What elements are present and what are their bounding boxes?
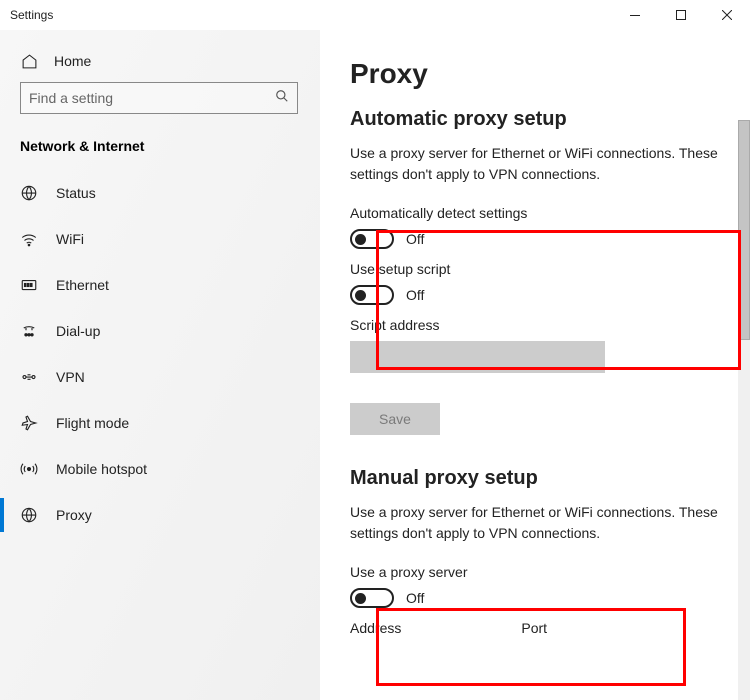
script-address-input[interactable] (350, 341, 605, 373)
content-area: Proxy Automatic proxy setup Use a proxy … (320, 30, 750, 700)
sidebar-item-hotspot[interactable]: Mobile hotspot (0, 446, 320, 492)
sidebar-item-label: Ethernet (56, 277, 109, 293)
setup-script-label: Use setup script (350, 261, 750, 277)
save-button[interactable]: Save (350, 403, 440, 435)
category-label: Network & Internet (0, 132, 320, 170)
search-box[interactable] (20, 82, 298, 114)
ethernet-icon (20, 276, 38, 294)
dialup-icon (20, 322, 38, 340)
sidebar-item-label: Mobile hotspot (56, 461, 147, 477)
sidebar-item-label: Dial-up (56, 323, 100, 339)
setup-script-toggle[interactable] (350, 285, 394, 305)
auto-section-desc: Use a proxy server for Ethernet or WiFi … (350, 143, 720, 185)
home-icon (20, 52, 38, 70)
sidebar-item-label: Flight mode (56, 415, 129, 431)
address-label: Address (350, 620, 401, 636)
page-title: Proxy (350, 58, 750, 90)
sidebar-item-label: VPN (56, 369, 85, 385)
home-label: Home (54, 53, 91, 69)
window-controls (612, 0, 750, 30)
sidebar-item-vpn[interactable]: VPN (0, 354, 320, 400)
use-proxy-state: Off (406, 590, 424, 606)
wifi-icon (20, 230, 38, 248)
status-icon (20, 184, 38, 202)
sidebar-item-dialup[interactable]: Dial-up (0, 308, 320, 354)
use-proxy-label: Use a proxy server (350, 564, 750, 580)
sidebar-item-status[interactable]: Status (0, 170, 320, 216)
sidebar-item-wifi[interactable]: WiFi (0, 216, 320, 262)
auto-detect-toggle[interactable] (350, 229, 394, 249)
search-icon (275, 89, 289, 108)
sidebar-item-label: Proxy (56, 507, 92, 523)
port-label: Port (521, 620, 547, 636)
minimize-button[interactable] (612, 0, 658, 30)
sidebar-item-ethernet[interactable]: Ethernet (0, 262, 320, 308)
scrollbar[interactable] (738, 120, 750, 700)
scrollbar-thumb[interactable] (738, 120, 750, 340)
titlebar: Settings (0, 0, 750, 30)
proxy-icon (20, 506, 38, 524)
sidebar-item-proxy[interactable]: Proxy (0, 492, 320, 538)
auto-detect-state: Off (406, 231, 424, 247)
hotspot-icon (20, 460, 38, 478)
vpn-icon (20, 368, 38, 386)
sidebar-item-label: WiFi (56, 231, 84, 247)
close-button[interactable] (704, 0, 750, 30)
auto-section-title: Automatic proxy setup (350, 108, 750, 131)
use-proxy-toggle[interactable] (350, 588, 394, 608)
sidebar-item-flightmode[interactable]: Flight mode (0, 400, 320, 446)
maximize-button[interactable] (658, 0, 704, 30)
sidebar: Home Network & Internet Status (0, 30, 320, 700)
sidebar-item-label: Status (56, 185, 96, 201)
manual-section-desc: Use a proxy server for Ethernet or WiFi … (350, 502, 720, 544)
home-link[interactable]: Home (0, 42, 320, 82)
airplane-icon (20, 414, 38, 432)
script-address-label: Script address (350, 317, 750, 333)
setup-script-state: Off (406, 287, 424, 303)
manual-section-title: Manual proxy setup (350, 467, 750, 490)
search-input[interactable] (29, 90, 275, 106)
auto-detect-label: Automatically detect settings (350, 205, 750, 221)
window-title: Settings (10, 8, 53, 22)
